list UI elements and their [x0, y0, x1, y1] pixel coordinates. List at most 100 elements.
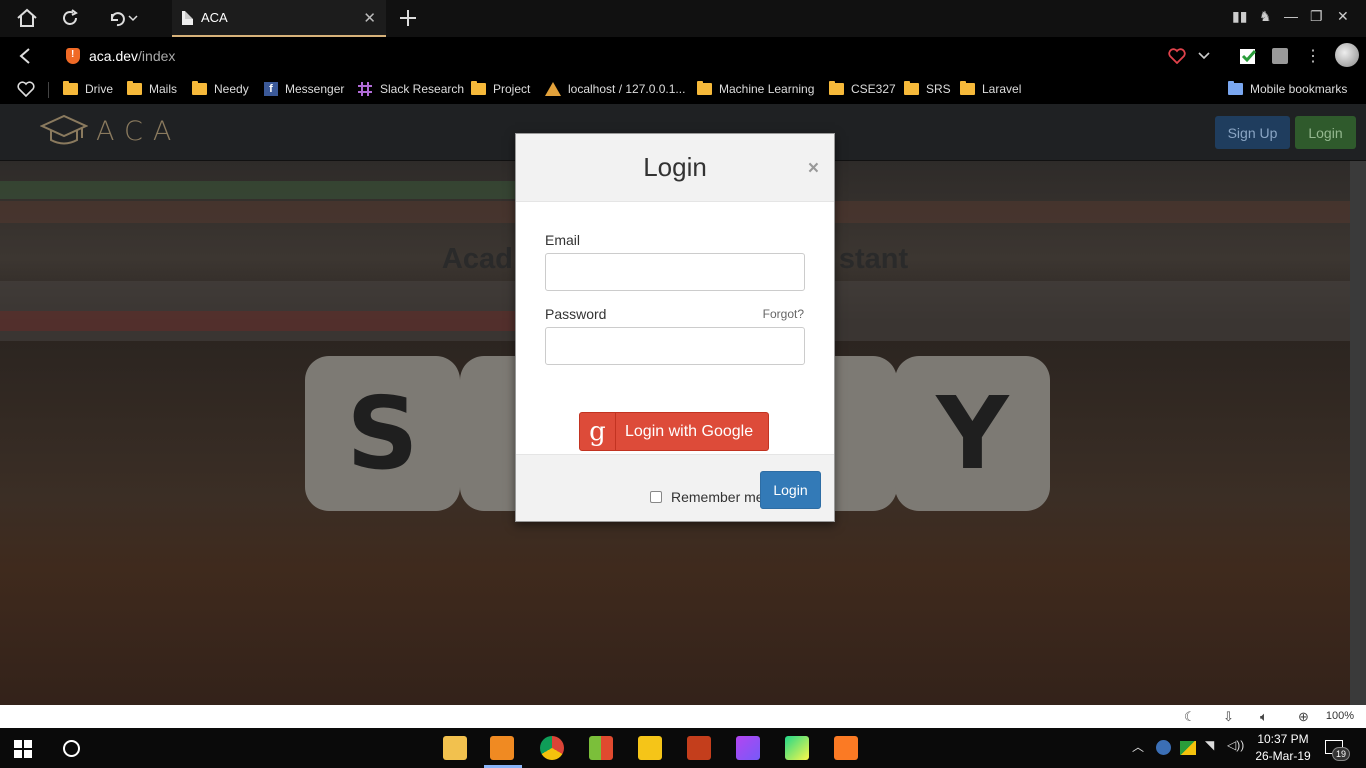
bookmark-label: Machine Learning: [719, 82, 815, 96]
login-submit-button[interactable]: Login: [760, 471, 821, 509]
folder-icon: [1228, 81, 1243, 95]
forgot-password-link[interactable]: Forgot?: [763, 307, 804, 321]
bookmark-localhost[interactable]: localhost / 127.0.0.1...: [545, 81, 685, 97]
brand-name: ACA: [96, 115, 182, 147]
page-icon: [182, 10, 193, 25]
favorites-heart-icon[interactable]: [17, 81, 35, 97]
clock-date: 26-Mar-19: [1255, 749, 1311, 763]
bookmark-slack-research[interactable]: Slack Research: [358, 81, 464, 97]
page-scrollbar[interactable]: [1350, 161, 1366, 705]
bookmark-label: Laravel: [982, 82, 1022, 96]
remember-me[interactable]: Remember me: [650, 489, 764, 505]
password-label: Password: [545, 306, 607, 322]
bookmark-needy[interactable]: Needy: [192, 81, 249, 97]
tray-app-icon[interactable]: [1156, 740, 1171, 755]
xampp-icon[interactable]: [834, 736, 858, 760]
powerpoint-icon[interactable]: [687, 736, 711, 760]
pycharm-icon[interactable]: [785, 736, 809, 760]
bookmark-label: Mails: [149, 82, 178, 96]
hero-title-left: Acad: [441, 243, 513, 275]
folder-icon: [829, 81, 844, 95]
reload-icon[interactable]: [58, 6, 82, 30]
app-icon[interactable]: [589, 736, 613, 760]
pin-icon[interactable]: ♞: [1259, 8, 1272, 25]
tray-drive-icon[interactable]: [1180, 741, 1196, 755]
slack-icon: [358, 82, 372, 96]
active-tab[interactable]: ACA ✕: [172, 0, 386, 37]
folder-icon: [63, 81, 78, 95]
windows-taskbar: ︿ ◥ ◁)) 10:37 PM 26-Mar-19 19: [0, 728, 1366, 768]
extension-check-icon[interactable]: [1238, 44, 1256, 68]
signup-button[interactable]: Sign Up: [1215, 116, 1290, 149]
tablet-mode-icon[interactable]: ▮▮: [1232, 8, 1247, 25]
close-tab-icon[interactable]: ✕: [363, 9, 376, 27]
remember-checkbox[interactable]: [650, 491, 662, 503]
close-icon[interactable]: ×: [808, 158, 819, 180]
folder-icon: [960, 81, 975, 95]
tray-chevron-icon[interactable]: ︿: [1132, 738, 1144, 755]
email-field[interactable]: [545, 253, 805, 291]
night-mode-icon[interactable]: ☾: [1184, 709, 1196, 725]
extension-icon[interactable]: [1271, 44, 1289, 68]
phpmyadmin-icon: [545, 82, 561, 96]
bookmark-mails[interactable]: Mails: [127, 81, 177, 97]
bookmark-project[interactable]: Project: [471, 81, 530, 97]
nav-login-button[interactable]: Login: [1295, 116, 1356, 149]
bookmark-laravel[interactable]: Laravel: [960, 81, 1021, 97]
modal-header: Login ×: [516, 134, 834, 202]
volume-icon[interactable]: 🔈︎: [1260, 709, 1268, 725]
bookmark-messenger[interactable]: f Messenger: [264, 81, 344, 97]
bookmark-label: Mobile bookmarks: [1250, 82, 1348, 96]
download-icon[interactable]: ⇩: [1223, 709, 1234, 725]
clock-time: 10:37 PM: [1257, 732, 1309, 746]
close-window-icon[interactable]: ✕: [1337, 8, 1349, 25]
undo-close-tab-icon[interactable]: [106, 6, 140, 30]
modal-footer: Remember me Login: [516, 454, 834, 521]
chevron-down-icon[interactable]: [1196, 44, 1212, 68]
folder-icon: [904, 81, 919, 95]
new-tab-icon[interactable]: [396, 6, 420, 30]
phpstorm-icon[interactable]: [736, 736, 760, 760]
file-explorer-icon[interactable]: [443, 736, 467, 760]
zoom-icon[interactable]: ⊕: [1298, 709, 1309, 725]
bookmark-label: Messenger: [285, 82, 345, 96]
mobile-bookmarks[interactable]: Mobile bookmarks: [1228, 81, 1347, 97]
address-bar: aca.dev/index ⋮: [0, 37, 1366, 74]
google-login-button[interactable]: g Login with Google: [579, 412, 769, 451]
bookmark-label: CSE327: [851, 82, 896, 96]
modal-title: Login: [643, 152, 707, 182]
dice-s: S: [305, 356, 460, 511]
home-icon[interactable]: [14, 6, 40, 30]
bookmark-cse327[interactable]: CSE327: [829, 81, 896, 97]
password-field[interactable]: [545, 327, 805, 365]
dice-y: Y: [895, 356, 1050, 511]
profile-avatar[interactable]: [1334, 43, 1360, 67]
bookmark-label: localhost / 127.0.0.1...: [568, 82, 686, 96]
hero-title-right: stant: [838, 243, 909, 275]
google-login-label: Login with Google: [625, 422, 754, 440]
url-field[interactable]: aca.dev/index: [89, 48, 175, 64]
back-icon[interactable]: [14, 44, 36, 68]
bookmark-label: SRS: [926, 82, 951, 96]
book-spine: [0, 311, 520, 331]
brave-shield-icon[interactable]: [66, 48, 80, 64]
uc-browser-icon[interactable]: [490, 736, 514, 760]
bookmark-machine-learning[interactable]: Machine Learning: [697, 81, 814, 97]
browser-status-bar: ☾ ⇩ 🔈︎ ⊕ 100%: [0, 705, 1366, 728]
maximize-icon[interactable]: ❐: [1310, 8, 1323, 25]
cortana-icon[interactable]: [63, 740, 80, 757]
bookmark-srs[interactable]: SRS: [904, 81, 951, 97]
speaker-icon[interactable]: ◁)): [1227, 738, 1244, 752]
zoom-level[interactable]: 100%: [1326, 710, 1354, 722]
bookmark-drive[interactable]: Drive: [63, 81, 113, 97]
player-icon[interactable]: [638, 736, 662, 760]
wifi-icon[interactable]: ◥: [1205, 738, 1214, 752]
chrome-icon[interactable]: [540, 736, 564, 760]
browser-tab-strip: ACA ✕ ▮▮ ♞ — ❐ ✕: [0, 0, 1366, 37]
menu-dots-icon[interactable]: ⋮: [1305, 44, 1321, 68]
brand-logo[interactable]: ACA: [40, 114, 181, 148]
windows-start-icon[interactable]: [14, 740, 32, 758]
heart-icon[interactable]: [1166, 44, 1188, 68]
minimize-icon[interactable]: —: [1284, 8, 1298, 24]
system-clock[interactable]: 10:37 PM 26-Mar-19: [1252, 731, 1314, 765]
